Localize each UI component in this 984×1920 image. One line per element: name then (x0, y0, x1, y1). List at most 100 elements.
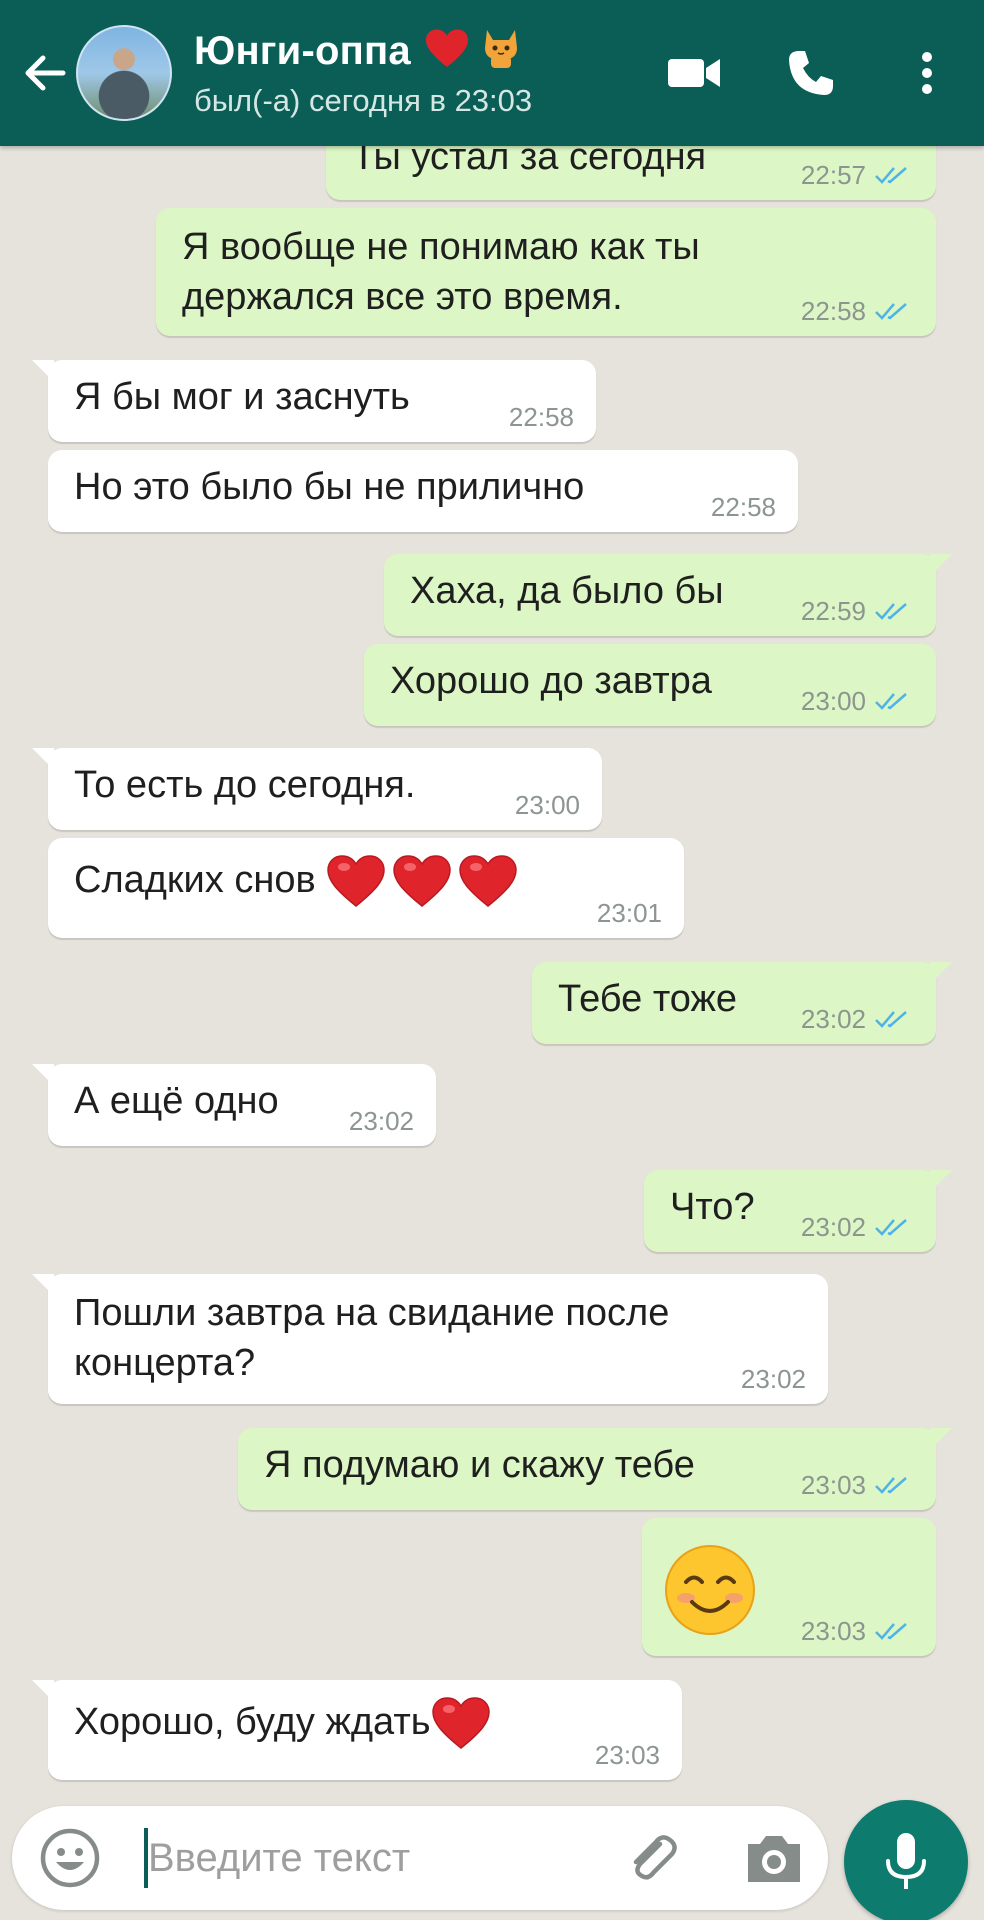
message-text-content: Хорошо, буду ждать (74, 1701, 431, 1744)
message-text-line2: держался все это время. (182, 276, 623, 318)
message-text-line2: концерта? (74, 1342, 256, 1384)
double-check-icon (875, 1219, 907, 1236)
message-meta: 23:00 (515, 790, 580, 820)
bubble-tail (32, 1680, 54, 1702)
double-check-icon (875, 1623, 907, 1640)
bubble-tail (930, 1428, 952, 1450)
bubble-tail (930, 1170, 952, 1192)
cat-icon (485, 29, 518, 68)
message-time: 23:03 (594, 1740, 660, 1770)
message-text: А ещё одно (74, 1080, 279, 1122)
message-incoming[interactable]: Хорошо, буду ждать 23:03 (32, 1680, 682, 1780)
message-incoming[interactable]: Но это было бы не прилично 22:58 (48, 450, 798, 532)
message-time: 23:00 (800, 686, 866, 716)
message-incoming[interactable]: Сладких снов 23:01 (48, 838, 684, 938)
message-input[interactable] (148, 1826, 608, 1890)
video-call-icon (668, 59, 720, 87)
emoji-icon[interactable] (38, 1826, 102, 1890)
heart-emoji-icon (431, 1697, 490, 1749)
last-seen-status: был(-а) сегодня в 23:03 (194, 82, 533, 118)
message-text: Тебе тоже (558, 978, 738, 1020)
message-outgoing[interactable]: Я подумаю и скажу тебе 23:03 (238, 1428, 952, 1510)
contact-avatar[interactable] (76, 25, 172, 121)
message-meta: 23:02 (741, 1364, 806, 1394)
message-text: Я вообще не понимаю как ты (182, 226, 700, 268)
bubble-tail (930, 554, 952, 576)
message-time: 22:58 (710, 492, 776, 522)
message-text: Я бы мог и заснуть (74, 376, 410, 418)
message-time: 22:59 (800, 596, 866, 626)
message-outgoing[interactable]: Я вообще не понимаю как ты держался все … (156, 208, 936, 336)
message-meta: 23:03 (595, 1740, 660, 1770)
message-outgoing[interactable]: Хорошо до завтра 23:00 (364, 644, 936, 726)
message-time: 22:57 (800, 160, 866, 190)
message-meta: 22:58 (509, 402, 574, 432)
message-incoming[interactable]: Я бы мог и заснуть 22:58 (32, 360, 596, 442)
double-check-icon (875, 1011, 907, 1028)
message-time: 23:02 (740, 1364, 806, 1394)
message-time: 23:02 (800, 1212, 866, 1242)
video-call-button[interactable] (650, 28, 740, 118)
more-options-button[interactable] (882, 28, 972, 118)
message-text: Но это было бы не прилично (74, 466, 585, 508)
heart-emoji-icon (327, 855, 385, 907)
message-time: 23:02 (348, 1106, 414, 1136)
message-meta: 23:01 (597, 898, 662, 928)
back-arrow-icon (25, 55, 66, 91)
phone-icon (789, 51, 833, 95)
chat-header: Юнги-оппа был(-а) сегодня в 23:03 (0, 0, 984, 146)
message-time: 23:03 (800, 1470, 866, 1500)
message-time: 22:58 (508, 402, 574, 432)
bubble-tail (32, 360, 54, 382)
chat-area: Ты устал за сегодня 22:57 Я вообще не по… (0, 0, 984, 1920)
message-text: Хаха, да было бы (410, 570, 724, 612)
header-actions (650, 0, 984, 146)
heart-emoji-icon (459, 855, 517, 907)
double-check-icon (875, 693, 907, 710)
attach-icon[interactable] (620, 1826, 684, 1890)
message-meta: 22:57 (801, 160, 914, 190)
contact-info[interactable]: Юнги-оппа был(-а) сегодня в 23:03 (194, 26, 532, 121)
message-time: 23:03 (800, 1616, 866, 1646)
double-check-icon (875, 303, 907, 320)
message-text: Сладких снов (74, 854, 524, 910)
message-meta: 22:59 (801, 596, 914, 626)
message-text: То есть до сегодня. (74, 764, 416, 806)
contact-name: Юнги-оппа (194, 26, 532, 75)
bubble-tail (32, 748, 54, 770)
message-text: Хорошо, буду ждать (74, 1696, 497, 1752)
message-outgoing[interactable]: Хаха, да было бы 22:59 (384, 554, 952, 636)
message-time: 23:01 (596, 898, 662, 928)
message-meta: 22:58 (801, 296, 914, 326)
message-meta: 23:03 (801, 1470, 914, 1500)
message-composer (12, 1806, 828, 1910)
message-outgoing[interactable]: Тебе тоже 23:02 (532, 962, 952, 1044)
message-time: 23:02 (800, 1004, 866, 1034)
voice-call-button[interactable] (766, 28, 856, 118)
message-text: Хорошо до завтра (390, 660, 712, 702)
message-time: 23:00 (514, 790, 580, 820)
message-meta: 23:03 (801, 1616, 914, 1646)
voice-record-button[interactable] (844, 1800, 968, 1920)
more-vert-icon (922, 52, 932, 94)
message-meta: 23:00 (801, 686, 914, 716)
message-incoming[interactable]: А ещё одно 23:02 (32, 1064, 436, 1146)
message-meta: 23:02 (801, 1212, 914, 1242)
camera-icon[interactable] (742, 1828, 806, 1888)
message-meta: 23:02 (349, 1106, 414, 1136)
double-check-icon (875, 167, 907, 184)
message-outgoing[interactable]: Что? 23:02 (644, 1170, 952, 1252)
mic-icon (886, 1833, 926, 1889)
back-button[interactable] (14, 33, 74, 113)
message-meta: 23:02 (801, 1004, 914, 1034)
message-incoming[interactable]: То есть до сегодня. 23:00 (32, 748, 602, 830)
message-outgoing[interactable]: 23:03 (642, 1518, 936, 1656)
message-incoming[interactable]: Пошли завтра на свидание после концерта?… (32, 1274, 828, 1404)
message-text: Что? (670, 1186, 755, 1228)
bubble-tail (32, 1064, 54, 1086)
double-check-icon (875, 603, 907, 620)
message-text: Я подумаю и скажу тебе (264, 1444, 695, 1486)
smiling-face-emoji-icon (665, 1545, 755, 1635)
double-check-icon (875, 1477, 907, 1494)
red-heart-icon (426, 29, 469, 67)
